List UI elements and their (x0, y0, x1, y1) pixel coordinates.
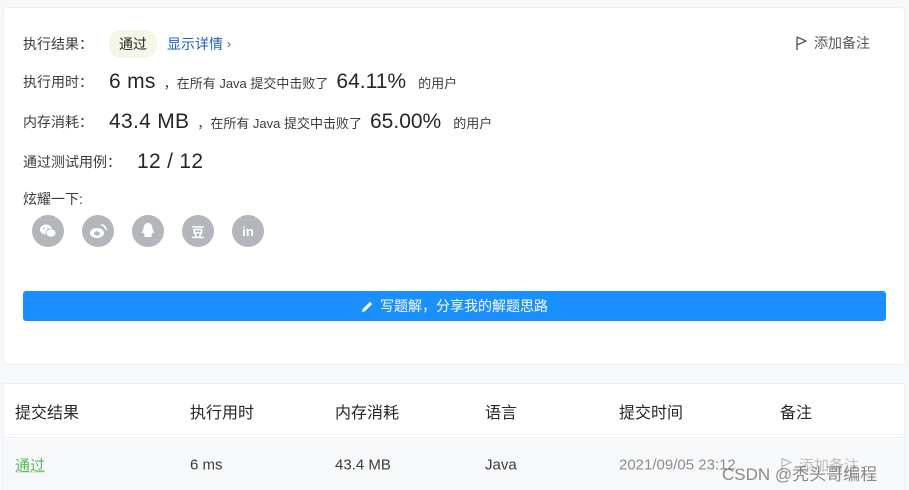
memory-text: ，在所有 Java 提交中击败了 (197, 115, 362, 131)
memory-row: 内存消耗： 43.4 MB ，在所有 Java 提交中击败了 65.00% 的用… (23, 110, 492, 134)
share-label: 炫耀一下: (23, 191, 83, 207)
linkedin-glyph: in (242, 223, 254, 239)
write-solution-label: 写题解，分享我的解题思路 (380, 298, 548, 314)
runtime-label: 执行用时： (23, 74, 93, 90)
submission-result-card: 执行结果： 通过 显示详情 › 添加备注 执行用时： 6 ms ，在所有 Jav… (3, 7, 905, 365)
memory-value: 43.4 MB (109, 110, 190, 133)
share-icons: 豆 in (32, 215, 264, 247)
header-language: 语言 (485, 404, 518, 422)
runtime-percent: 64.11% (336, 70, 407, 93)
write-solution-button[interactable]: 写题解，分享我的解题思路 (23, 291, 886, 321)
add-note-button[interactable]: 添加备注 (795, 33, 870, 53)
testcases-label: 通过测试用例： (23, 154, 121, 170)
memory-percent: 65.00% (370, 110, 442, 133)
row-status-link[interactable]: 通过 (15, 455, 45, 476)
douban-icon[interactable]: 豆 (182, 215, 214, 247)
pencil-icon (362, 301, 373, 312)
runtime-suffix: 的用户 (418, 75, 458, 91)
linkedin-icon[interactable]: in (232, 215, 264, 247)
add-note-label: 添加备注 (814, 35, 870, 51)
weibo-icon[interactable] (82, 215, 114, 247)
memory-suffix: 的用户 (453, 115, 493, 131)
row-language: Java (485, 456, 517, 474)
result-row: 执行结果： 通过 显示详情 › (23, 30, 231, 58)
memory-label: 内存消耗： (23, 114, 93, 130)
status-badge: 通过 (109, 30, 157, 58)
show-details-link[interactable]: 显示详情 › (167, 34, 231, 54)
header-memory: 内存消耗 (335, 404, 400, 422)
flag-icon (796, 35, 807, 50)
wechat-icon[interactable] (32, 215, 64, 247)
runtime-row: 执行用时： 6 ms ，在所有 Java 提交中击败了 64.11% 的用户 (23, 70, 457, 94)
testcases-value: 12 / 12 (137, 150, 204, 173)
header-runtime: 执行用时 (190, 404, 255, 422)
header-status: 提交结果 (15, 404, 80, 422)
testcases-row: 通过测试用例： 12 / 12 (23, 150, 203, 174)
table-header: 提交结果 执行用时 内存消耗 语言 提交时间 备注 (4, 384, 904, 438)
row-time: 2021/09/05 23:12 (619, 456, 736, 474)
result-label: 执行结果： (23, 36, 93, 52)
header-time: 提交时间 (619, 404, 684, 422)
row-memory: 43.4 MB (335, 456, 391, 474)
qq-icon[interactable] (132, 215, 164, 247)
chevron-right-icon: › (227, 37, 231, 51)
douban-glyph: 豆 (191, 224, 205, 240)
runtime-text: ，在所有 Java 提交中击败了 (163, 75, 329, 91)
watermark: CSDN @秃头哥编程 (722, 465, 878, 484)
row-runtime: 6 ms (190, 456, 223, 474)
show-details-label: 显示详情 (167, 36, 223, 52)
header-note: 备注 (780, 404, 813, 422)
share-row-label: 炫耀一下: (23, 189, 83, 209)
runtime-value: 6 ms (109, 70, 156, 93)
